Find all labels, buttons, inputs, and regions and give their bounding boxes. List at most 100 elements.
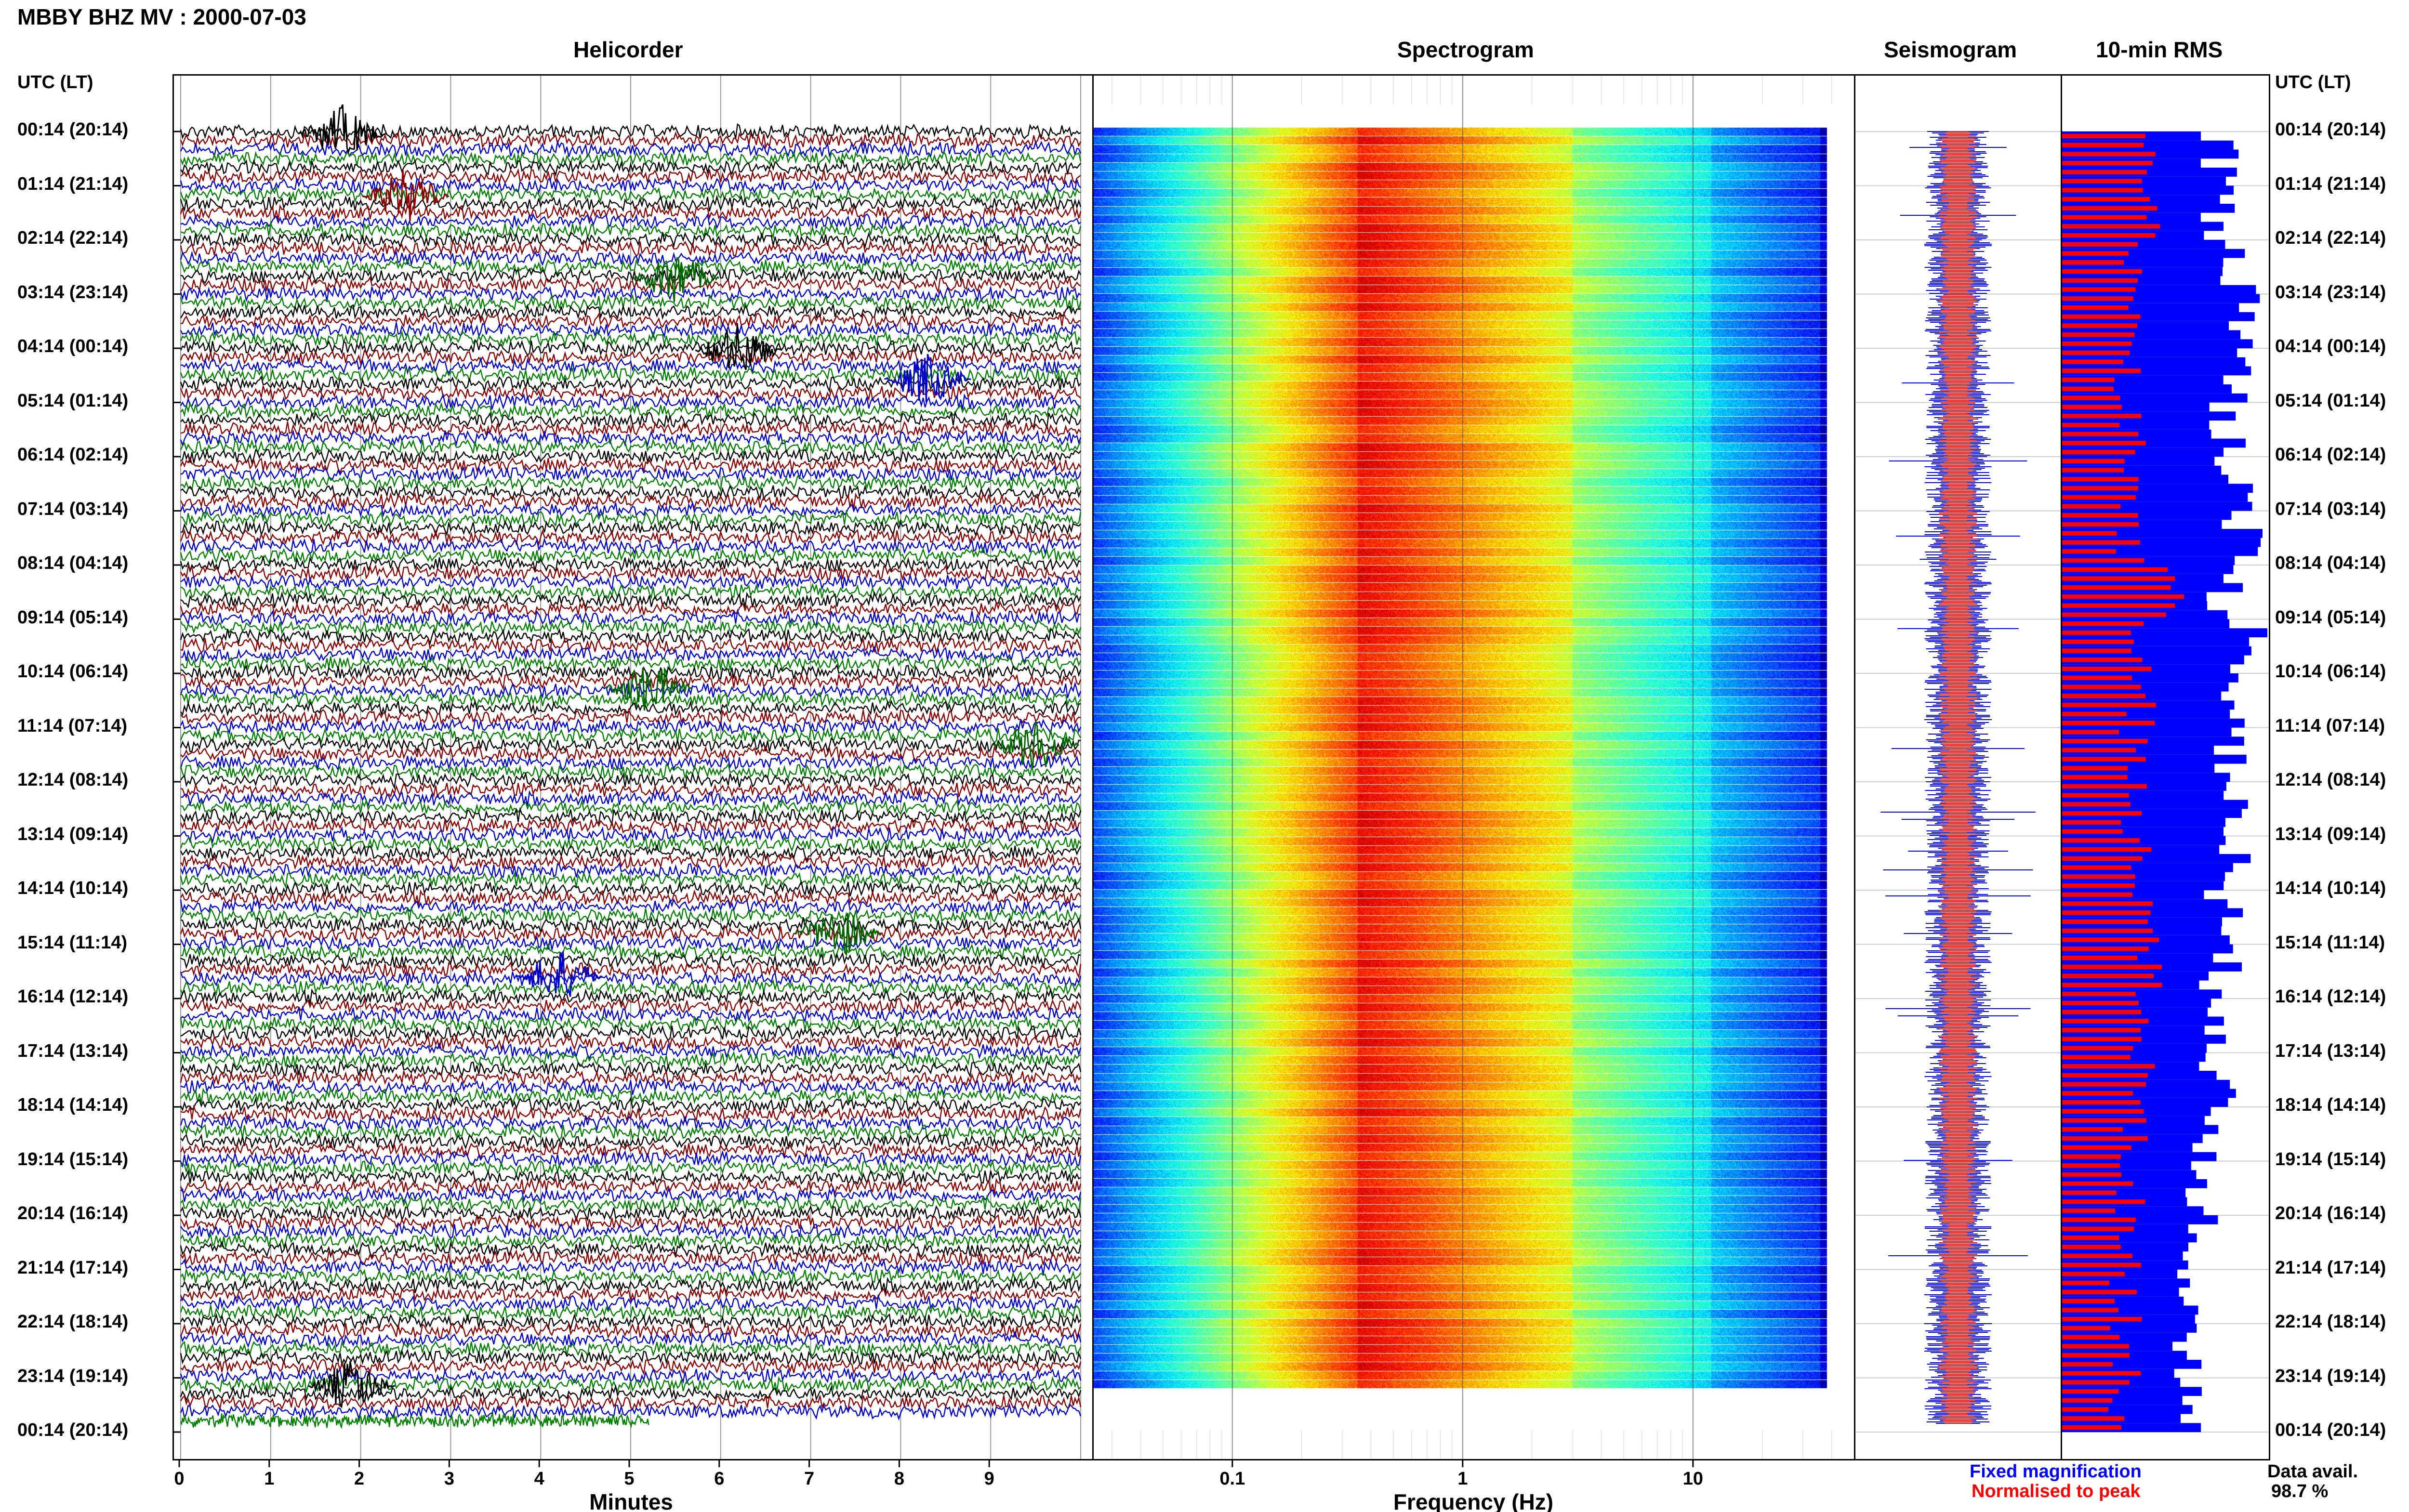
legend-fixed: Fixed magnification [1970,1461,2142,1482]
time-label-right: 18:14 (14:14) [2275,1095,2386,1115]
time-label-right: 12:14 (08:14) [2275,770,2386,790]
time-label-right: 08:14 (04:14) [2275,553,2386,573]
rms-normalised-bar [2062,1000,2139,1006]
rms-normalised-bar [2062,1316,2142,1322]
rms-normalised-bar [2062,395,2120,400]
data-avail-value: 98.7 % [2271,1481,2329,1501]
time-label-left: 12:14 (08:14) [17,770,129,790]
rms-normalised-bar [2062,657,2143,662]
rms-normalised-bar [2062,1127,2123,1132]
rms-normalised-bar [2062,269,2143,274]
time-label-left: 20:14 (16:14) [17,1203,129,1223]
rms-normalised-bar [2062,1353,2130,1358]
rms-normalised-bar [2062,459,2125,464]
time-label-left: 09:14 (05:14) [17,607,129,628]
rms-normalised-bar [2062,757,2146,762]
time-label-left: 07:14 (03:14) [17,499,129,519]
time-label-right: 00:14 (20:14) [2275,119,2386,140]
minutes-tick-label: 7 [804,1469,814,1489]
rms-normalised-bar [2062,341,2132,346]
minutes-tick-label: 8 [894,1469,904,1489]
rms-normalised-bar [2062,522,2139,527]
rms-normalised-bar [2062,133,2145,139]
rms-normalised-bar [2062,721,2155,725]
rms-normalised-bar [2062,1217,2136,1223]
rms-normalised-bar [2062,1244,2121,1249]
rms-normalised-bar [2062,441,2146,446]
time-label-right: 02:14 (22:14) [2275,228,2386,248]
rms-normalised-bar [2062,1299,2115,1303]
rms-normalised-bar [2062,594,2184,599]
rms-normalised-bar [2062,955,2138,960]
rms-normalised-bar [2062,477,2139,482]
helicorder-event [299,104,386,154]
rms-normalised-bar [2062,1199,2145,1204]
rms-normalised-bar [2062,1172,2121,1177]
time-label-right: 11:14 (07:14) [2275,715,2385,736]
rms-normalised-bar [2062,973,2154,978]
rms-normalised-bar [2062,793,2129,798]
rms-normalised-bar [2062,666,2152,671]
time-label-left: 19:14 (15:14) [17,1149,129,1170]
rms-normalised-bar [2062,152,2156,157]
rms-normalised-bar [2062,449,2135,455]
rms-normalised-bar [2062,1416,2124,1421]
rms-normalised-bar [2062,1398,2113,1403]
rms-normalised-bar [2062,179,2142,184]
rms-normalised-bar [2062,242,2138,247]
rms-normalised-bar [2062,278,2138,283]
rms-normalised-bar [2062,820,2121,825]
time-label-left: 15:14 (11:14) [17,932,128,953]
rms-normalised-bar [2062,359,2123,364]
rms-normalised-bar [2062,160,2153,166]
time-label-right: 13:14 (09:14) [2275,824,2386,844]
rms-normalised-bar [2062,630,2131,635]
rms-normalised-bar [2062,964,2162,970]
time-label-left: 17:14 (13:14) [17,1040,129,1061]
minutes-tick-label: 5 [624,1469,634,1489]
rms-normalised-bar [2062,197,2150,202]
rms-normalised-bar [2062,1082,2146,1087]
rms-normalised-bar [2062,405,2122,409]
frequency-tick-label: 1 [1457,1469,1468,1489]
rms-normalised-bar [2062,468,2124,473]
rms-normalised-bar [2062,1289,2137,1295]
rms-normalised-bar [2062,1272,2125,1276]
rms-normalised-bar [2062,947,2149,951]
time-label-left: 23:14 (19:14) [17,1366,129,1386]
rms-normalised-bar [2062,1425,2121,1430]
frequency-axis-title: Frequency (Hz) [1393,1489,1553,1512]
helicorder-title: Helicorder [573,37,683,62]
time-label-left: 13:14 (09:14) [17,824,129,844]
rms-normalised-bar [2062,991,2136,997]
time-label-left: 00:14 (20:14) [17,119,129,140]
rms-normalised-bar [2062,639,2134,644]
time-label-right: 19:14 (15:14) [2275,1149,2386,1170]
rms-normalised-bar [2062,1145,2131,1150]
rms-normalised-bar [2062,1389,2119,1394]
time-label-right: 10:14 (06:14) [2275,661,2386,682]
rms-normalised-bar [2062,504,2120,509]
helicorder-trace [180,1411,649,1429]
rms-normalised-bar [2062,377,2115,382]
rms-normalised-bar [2062,1344,2129,1349]
rms-normalised-bar [2062,1154,2121,1159]
rms-normalised-bar [2062,413,2142,419]
rms-normalised-bar [2062,513,2138,518]
rms-normalised-bar [2062,1280,2110,1286]
time-label-right: 20:14 (16:14) [2275,1203,2386,1223]
time-label-left: 14:14 (10:14) [17,878,129,898]
rms-normalised-bar [2062,621,2144,626]
rms-normalised-bar [2062,486,2138,491]
time-label-right: 07:14 (03:14) [2275,499,2386,519]
rms-normalised-bar [2062,811,2142,816]
spectrogram-panel [1092,74,1855,1460]
rms-normalised-bar [2062,738,2148,744]
right-axis-label: UTC (LT) [2275,72,2351,92]
minutes-tick-label: 4 [534,1469,544,1489]
rms-normalised-bar [2062,323,2137,328]
rms-normalised-bar [2062,865,2131,870]
time-label-right: 21:14 (17:14) [2275,1257,2386,1278]
rms-title: 10-min RMS [2096,37,2223,62]
rms-normalised-bar [2062,892,2132,897]
